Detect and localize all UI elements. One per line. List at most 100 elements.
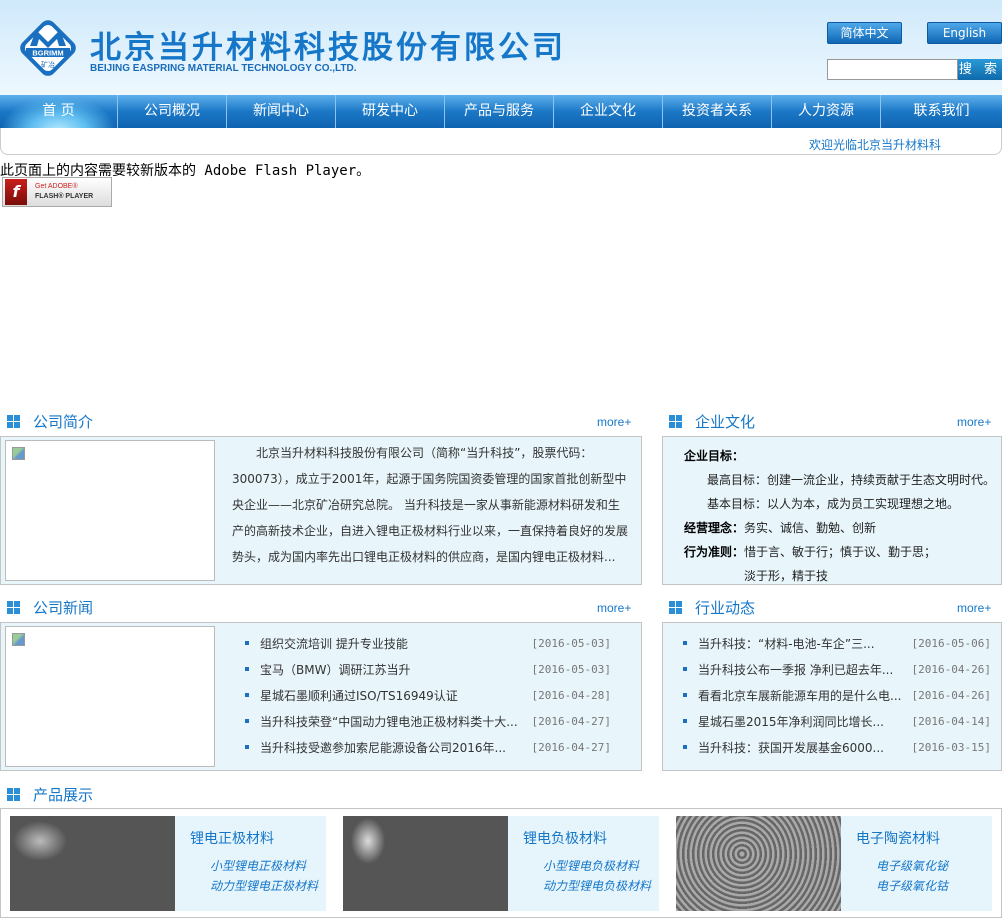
bullet-icon [245, 745, 249, 749]
item-date: [2016-04-27] [531, 740, 611, 754]
company-logo[interactable]: BGRIMM 矿冶 [12, 12, 84, 84]
culture-panel: 企业目标： 最高目标：创建一流企业，持续贡献于生态文明时代。 基本目标：以人为本… [662, 436, 1002, 585]
product-name[interactable]: 锂电正极材料 [190, 828, 274, 848]
item-title[interactable]: 当升科技受邀参加索尼能源设备公司2016年... [260, 739, 532, 756]
section-icon [669, 415, 682, 428]
conduct-label: 行为准则： [684, 545, 745, 559]
lang-english-button[interactable]: English [927, 22, 1002, 44]
product-image-anode[interactable] [343, 816, 508, 911]
section-icon [7, 788, 20, 801]
nav-hr[interactable]: 人力资源 [772, 95, 881, 128]
item-date: [2016-04-26] [911, 688, 991, 702]
list-item[interactable]: 当升科技：“材料-电池-车企”三... [2016-05-06] [683, 630, 991, 656]
item-title[interactable]: 组织交流培训 提升专业技能 [260, 635, 532, 652]
nav-home[interactable]: 首 页 [0, 95, 118, 128]
section-icon [7, 601, 20, 614]
basic-goal: 基本目标：以人为本，成为员工实现理想之地。 [707, 497, 960, 511]
nav-culture[interactable]: 企业文化 [554, 95, 663, 128]
item-title[interactable]: 宝马（BMW）调研江苏当升 [260, 661, 532, 678]
company-name-cn: 北京当升材料科技股份有限公司 [90, 30, 566, 66]
item-date: [2016-04-27] [531, 714, 611, 728]
bullet-icon [245, 667, 249, 671]
products-title: 产品展示 [33, 786, 94, 804]
flash-icon: f [5, 179, 27, 205]
item-date: [2016-05-03] [531, 636, 611, 650]
item-title[interactable]: 当升科技：获国开发展基金6000... [698, 739, 912, 756]
product-link[interactable]: 电子级氧化铋 [876, 857, 948, 874]
section-icon [7, 415, 20, 428]
culture-title: 企业文化 [695, 413, 756, 431]
list-item[interactable]: 当升科技荣登“中国动力锂电池正极材料类十大... [2016-04-27] [245, 708, 611, 734]
product-link[interactable]: 小型锂电负极材料 [543, 857, 639, 874]
product-image-cathode[interactable] [10, 816, 175, 911]
goal-label: 企业目标： [684, 449, 745, 463]
nav-about[interactable]: 公司概况 [118, 95, 227, 128]
bullet-icon [245, 719, 249, 723]
intro-text: 北京当升材料科技股份有限公司（简称“当升科技”，股票代码：300073），成立于… [232, 446, 629, 564]
broken-image-icon [12, 633, 25, 646]
list-item[interactable]: 宝马（BMW）调研江苏当升 [2016-05-03] [245, 656, 611, 682]
item-date: [2016-05-06] [911, 636, 991, 650]
list-item[interactable]: 星城石墨顺利通过ISO/TS16949认证 [2016-04-28] [245, 682, 611, 708]
culture-more-link[interactable]: more+ [957, 415, 991, 429]
svg-text:矿冶: 矿冶 [41, 60, 55, 69]
highest-goal: 最高目标：创建一流企业，持续贡献于生态文明时代。 [707, 473, 996, 487]
list-item[interactable]: 当升科技：获国开发展基金6000... [2016-03-15] [683, 734, 991, 760]
bullet-icon [683, 719, 687, 723]
bullet-icon [683, 693, 687, 697]
item-title[interactable]: 当升科技公布一季报 净利已超去年... [698, 661, 912, 678]
list-item[interactable]: 当升科技公布一季报 净利已超去年... [2016-04-26] [683, 656, 991, 682]
flash-badge-get: Get ADOBE® [35, 183, 78, 190]
intro-title: 公司简介 [33, 413, 94, 431]
news-more-link[interactable]: more+ [597, 601, 631, 615]
bullet-icon [683, 745, 687, 749]
product-link[interactable]: 动力型锂电负极材料 [543, 877, 651, 894]
list-item[interactable]: 组织交流培训 提升专业技能 [2016-05-03] [245, 630, 611, 656]
item-title[interactable]: 当升科技：“材料-电池-车企”三... [698, 635, 912, 652]
bullet-icon [245, 641, 249, 645]
product-link[interactable]: 电子级氧化钴 [876, 877, 948, 894]
section-icon [669, 601, 682, 614]
industry-more-link[interactable]: more+ [957, 601, 991, 615]
item-title[interactable]: 看看北京车展新能源车用的是什么电... [698, 687, 912, 704]
industry-title: 行业动态 [695, 599, 756, 617]
item-title[interactable]: 当升科技荣登“中国动力锂电池正极材料类十大... [260, 713, 532, 730]
product-card-anode: 锂电负极材料 小型锂电负极材料 动力型锂电负极材料 [508, 816, 659, 911]
product-image-ceramic[interactable] [676, 816, 841, 911]
item-date: [2016-05-03] [531, 662, 611, 676]
intro-image [5, 440, 215, 581]
item-title[interactable]: 星城石墨顺利通过ISO/TS16949认证 [260, 687, 532, 704]
list-item[interactable]: 当升科技受邀参加索尼能源设备公司2016年... [2016-04-27] [245, 734, 611, 760]
product-name[interactable]: 电子陶瓷材料 [856, 828, 940, 848]
search-button[interactable]: 搜 索 [958, 59, 1002, 80]
main-nav: 首 页 公司概况 新闻中心 研发中心 产品与服务 企业文化 投资者关系 人力资源… [0, 95, 1002, 128]
news-heading: 公司新闻 [7, 597, 93, 618]
product-link[interactable]: 小型锂电正极材料 [210, 857, 306, 874]
news-list: 组织交流培训 提升专业技能 [2016-05-03] 宝马（BMW）调研江苏当升 [2… [245, 630, 611, 760]
products-heading: 产品展示 [7, 784, 93, 805]
list-item[interactable]: 看看北京车展新能源车用的是什么电... [2016-04-26] [683, 682, 991, 708]
industry-heading: 行业动态 [669, 597, 755, 618]
search-input[interactable] [827, 59, 958, 80]
item-date: [2016-04-26] [911, 662, 991, 676]
list-item[interactable]: 星城石墨2015年净利润同比增长... [2016-04-14] [683, 708, 991, 734]
bullet-icon [683, 641, 687, 645]
nav-contact[interactable]: 联系我们 [881, 95, 1002, 128]
bullet-icon [245, 693, 249, 697]
svg-text:BGRIMM: BGRIMM [32, 49, 63, 58]
intro-more-link[interactable]: more+ [597, 415, 631, 429]
product-name[interactable]: 锂电负极材料 [523, 828, 607, 848]
nav-news[interactable]: 新闻中心 [227, 95, 336, 128]
product-link[interactable]: 动力型锂电正极材料 [210, 877, 318, 894]
get-flash-player-button[interactable]: f Get ADOBE® FLASH® PLAYER [2, 177, 112, 207]
industry-list: 当升科技：“材料-电池-车企”三... [2016-05-06] 当升科技公布一季报… [683, 630, 991, 760]
item-title[interactable]: 星城石墨2015年净利润同比增长... [698, 713, 912, 730]
product-card-ceramic: 电子陶瓷材料 电子级氧化铋 电子级氧化钴 [841, 816, 992, 911]
lang-chinese-button[interactable]: 简体中文 [827, 22, 902, 44]
nav-rd[interactable]: 研发中心 [336, 95, 445, 128]
product-card-cathode: 锂电正极材料 小型锂电正极材料 动力型锂电正极材料 [175, 816, 326, 911]
nav-investors[interactable]: 投资者关系 [663, 95, 772, 128]
nav-products[interactable]: 产品与服务 [445, 95, 554, 128]
item-date: [2016-04-14] [911, 714, 991, 728]
conduct: 惜于言、敏于行；慎于议、勤于思； [744, 545, 937, 559]
